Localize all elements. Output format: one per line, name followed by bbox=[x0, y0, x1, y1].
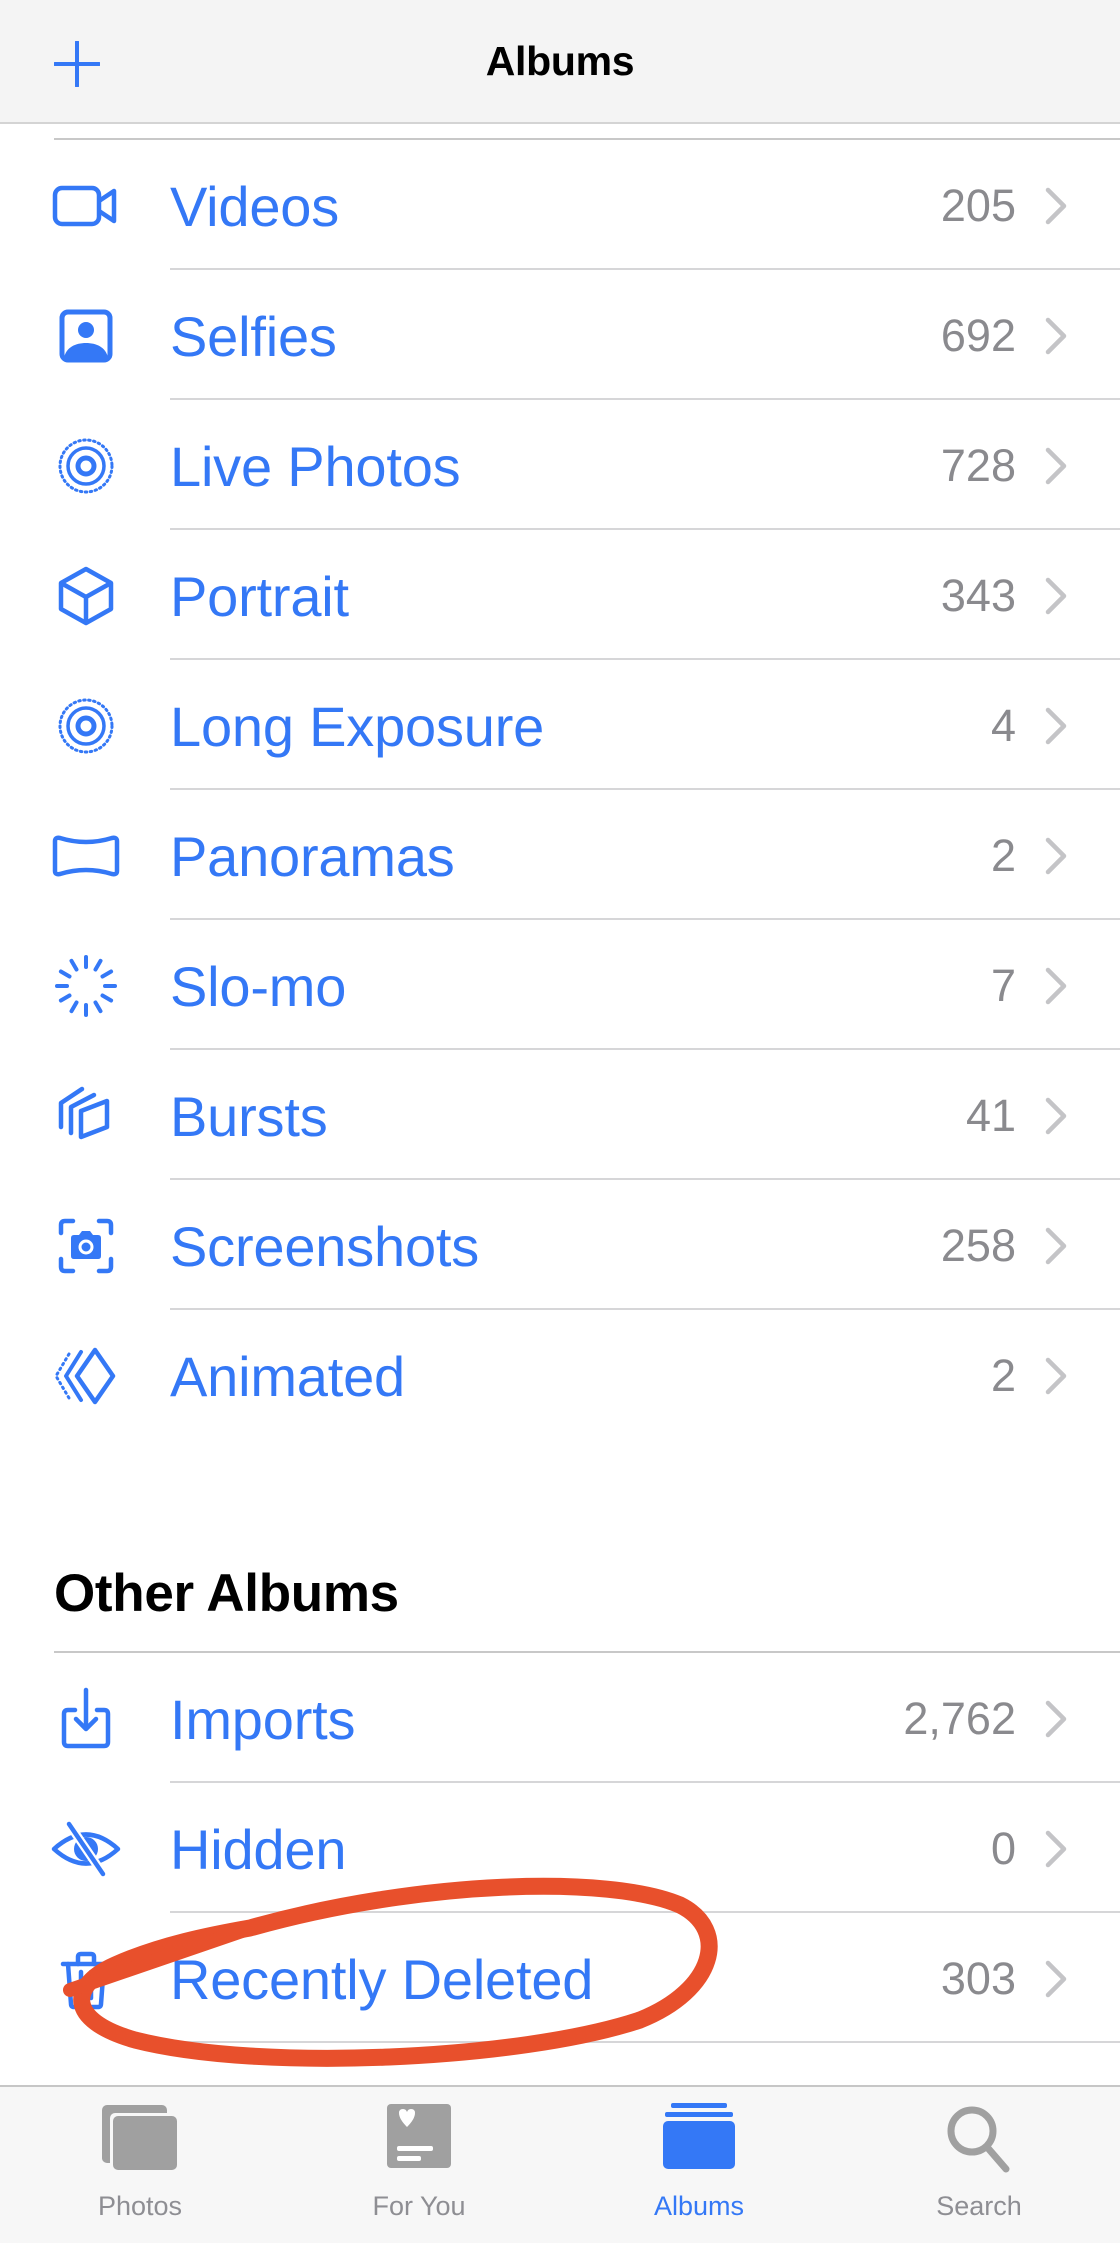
album-row-panoramas[interactable]: Panoramas 2 bbox=[0, 790, 1120, 920]
chevron-right-icon bbox=[1045, 1960, 1067, 1998]
tab-bar: Photos For You Albums Search bbox=[0, 2085, 1120, 2243]
chevron-right-icon bbox=[1045, 577, 1067, 615]
tab-albums[interactable]: Albums bbox=[599, 2087, 799, 2243]
chevron-right-icon bbox=[1045, 707, 1067, 745]
album-label: Live Photos bbox=[170, 435, 461, 498]
chevron-right-icon bbox=[1045, 1097, 1067, 1135]
tab-label: Photos bbox=[97, 2191, 183, 2221]
album-row-long-exposure[interactable]: Long Exposure 4 bbox=[0, 660, 1120, 790]
album-row-imports[interactable]: Imports 2,762 bbox=[0, 1653, 1120, 1783]
for-you-card-icon bbox=[387, 2104, 451, 2168]
album-count: 258 bbox=[940, 1220, 1016, 1271]
album-count: 205 bbox=[940, 180, 1016, 231]
screenshot-icon bbox=[50, 1210, 122, 1282]
album-label: Portrait bbox=[170, 565, 349, 628]
tab-for-you[interactable]: For You bbox=[319, 2087, 519, 2243]
album-row-animated[interactable]: Animated 2 bbox=[0, 1310, 1120, 1440]
album-row-bursts[interactable]: Bursts 41 bbox=[0, 1050, 1120, 1180]
album-count: 728 bbox=[940, 440, 1016, 491]
chevron-right-icon bbox=[1045, 967, 1067, 1005]
album-count: 41 bbox=[965, 1090, 1016, 1141]
person-portrait-icon bbox=[50, 300, 122, 372]
album-label: Recently Deleted bbox=[170, 1948, 594, 2011]
tab-label: Search bbox=[936, 2191, 1022, 2221]
album-label: Panoramas bbox=[170, 825, 455, 888]
album-count: 343 bbox=[940, 570, 1016, 621]
eye-slash-icon bbox=[50, 1813, 122, 1885]
video-camera-icon bbox=[50, 170, 122, 242]
search-icon bbox=[947, 2106, 1010, 2173]
album-label: Animated bbox=[170, 1345, 405, 1408]
album-row-slo-mo[interactable]: Slo-mo 7 bbox=[0, 920, 1120, 1050]
tab-search[interactable]: Search bbox=[879, 2087, 1079, 2243]
live-photo-icon bbox=[50, 430, 122, 502]
photos-stack-icon bbox=[102, 2105, 178, 2171]
chevron-right-icon bbox=[1045, 447, 1067, 485]
album-row-screenshots[interactable]: Screenshots 258 bbox=[0, 1180, 1120, 1310]
navigation-bar: Albums bbox=[0, 0, 1120, 124]
tab-label: Albums bbox=[653, 2191, 745, 2221]
divider bbox=[170, 2041, 1120, 2043]
album-row-videos[interactable]: Videos 205 bbox=[0, 140, 1120, 270]
album-row-portrait[interactable]: Portrait 343 bbox=[0, 530, 1120, 660]
album-label: Videos bbox=[170, 175, 340, 238]
album-count: 2 bbox=[990, 1350, 1016, 1401]
album-count: 2 bbox=[990, 830, 1016, 881]
chevron-right-icon bbox=[1045, 317, 1067, 355]
album-row-selfies[interactable]: Selfies 692 bbox=[0, 270, 1120, 400]
slo-mo-icon bbox=[50, 950, 122, 1022]
animated-icon bbox=[50, 1340, 122, 1412]
chevron-right-icon bbox=[1045, 1357, 1067, 1395]
section-header-other-albums: Other Albums bbox=[54, 1564, 399, 1623]
album-label: Hidden bbox=[170, 1818, 347, 1881]
album-count: 0 bbox=[990, 1823, 1016, 1874]
cube-icon bbox=[50, 560, 122, 632]
chevron-right-icon bbox=[1045, 1227, 1067, 1265]
album-label: Screenshots bbox=[170, 1215, 480, 1278]
bursts-icon bbox=[50, 1080, 122, 1152]
album-count: 303 bbox=[940, 1953, 1016, 2004]
album-label: Slo-mo bbox=[170, 955, 347, 1018]
album-row-hidden[interactable]: Hidden 0 bbox=[0, 1783, 1120, 1913]
chevron-right-icon bbox=[1045, 1830, 1067, 1868]
album-label: Long Exposure bbox=[170, 695, 545, 758]
album-count: 2,762 bbox=[903, 1693, 1016, 1744]
album-count: 4 bbox=[990, 700, 1016, 751]
album-count: 692 bbox=[940, 310, 1016, 361]
panorama-icon bbox=[50, 820, 122, 892]
tab-photos[interactable]: Photos bbox=[40, 2087, 240, 2243]
album-label: Selfies bbox=[170, 305, 337, 368]
album-row-live-photos[interactable]: Live Photos 728 bbox=[0, 400, 1120, 530]
trash-icon bbox=[50, 1943, 122, 2015]
album-row-recently-deleted[interactable]: Recently Deleted 303 bbox=[0, 1913, 1120, 2043]
import-icon bbox=[50, 1683, 122, 1755]
albums-icon bbox=[663, 2103, 735, 2169]
album-label: Bursts bbox=[170, 1085, 328, 1148]
chevron-right-icon bbox=[1045, 837, 1067, 875]
album-count: 7 bbox=[990, 960, 1016, 1011]
chevron-right-icon bbox=[1045, 1700, 1067, 1738]
long-exposure-icon bbox=[50, 690, 122, 762]
tab-label: For You bbox=[372, 2191, 466, 2221]
page-title: Albums bbox=[485, 38, 635, 84]
chevron-right-icon bbox=[1045, 187, 1067, 225]
album-label: Imports bbox=[170, 1688, 356, 1751]
